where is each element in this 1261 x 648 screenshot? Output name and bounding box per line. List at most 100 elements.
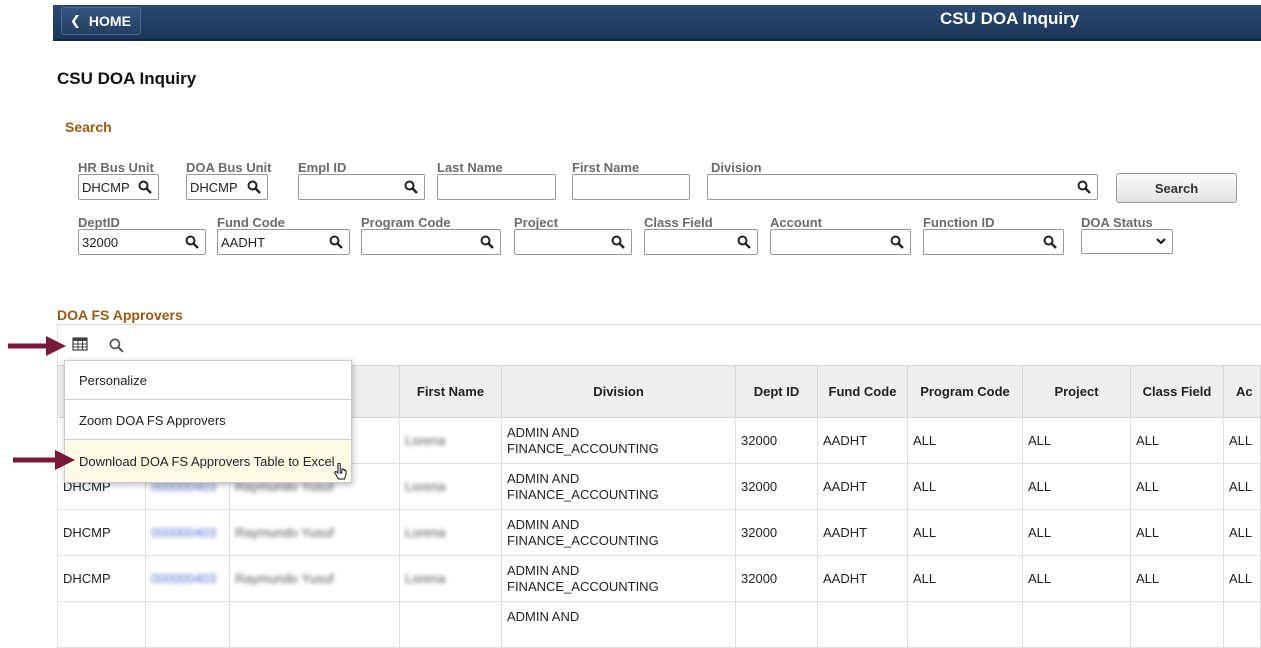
search-icon[interactable] (109, 338, 124, 353)
project-input[interactable] (514, 229, 632, 255)
arrow-icon (8, 336, 66, 356)
cell-empl-id (145, 601, 230, 648)
project-label: Project (514, 215, 559, 230)
search-icon[interactable] (185, 235, 199, 249)
column-header-program-code[interactable]: Program Code (907, 365, 1023, 418)
cell-dept-id: 32000 (735, 509, 818, 556)
app-title: CSU DOA Inquiry (940, 9, 1080, 28)
cell-program-code (907, 601, 1023, 648)
cell-project: ALL (1022, 417, 1131, 464)
empl-id-input[interactable] (298, 174, 425, 200)
search-button[interactable]: Search (1116, 173, 1237, 203)
cell-name: Raymundo Yusuf (229, 555, 400, 602)
cell-class-field: ALL (1130, 463, 1224, 510)
top-banner: ❮ HOME CSU DOA Inquiry (53, 5, 1261, 41)
chevron-down-icon (1156, 238, 1166, 245)
cell-account: ALL (1223, 417, 1261, 464)
empl-id-label: Empl ID (298, 160, 347, 175)
cell-division: ADMIN AND FINANCE_ACCOUNTING (501, 463, 736, 510)
grid-action-menu: Personalize Zoom DOA FS Approvers Downlo… (64, 360, 352, 483)
program-code-input[interactable] (361, 229, 501, 255)
cell-program-code: ALL (907, 555, 1023, 602)
home-label: HOME (88, 13, 131, 29)
cell-account: ALL (1223, 463, 1261, 510)
column-header-division[interactable]: Division (501, 365, 736, 418)
cell-fund-code: AADHT (817, 463, 908, 510)
search-icon[interactable] (480, 235, 494, 249)
search-section-heading: Search (65, 119, 112, 135)
last-name-input[interactable] (437, 174, 556, 200)
search-icon[interactable] (247, 180, 261, 194)
fund-code-value: AADHT (221, 235, 266, 250)
division-input[interactable] (707, 174, 1098, 200)
doa-status-select[interactable] (1081, 229, 1173, 254)
cell-dept-id: 32000 (735, 463, 818, 510)
dept-id-input[interactable]: 32000 (78, 229, 206, 255)
page-title: CSU DOA Inquiry (57, 69, 197, 88)
cell-fund-code: AADHT (817, 417, 908, 464)
cell-class-field: ALL (1130, 555, 1224, 602)
cell-division: ADMIN AND FINANCE_ACCOUNTING (501, 509, 736, 556)
doa-status-label: DOA Status (1081, 215, 1153, 230)
hr-bus-unit-input[interactable]: DHCMP (78, 174, 159, 200)
table-row: DHCMP 000000403 Raymundo Yusuf Lorena AD… (57, 555, 1261, 602)
search-icon[interactable] (1043, 235, 1057, 249)
cell-dept-id: 32000 (735, 555, 818, 602)
cell-first-name: Lorena (399, 417, 502, 464)
cell-class-field: ALL (1130, 509, 1224, 556)
cell-fund-code: AADHT (817, 509, 908, 556)
fund-code-input[interactable]: AADHT (217, 229, 350, 255)
cell-project: ALL (1022, 509, 1131, 556)
class-field-input[interactable] (644, 229, 758, 255)
search-icon[interactable] (1077, 180, 1091, 194)
home-button[interactable]: ❮ HOME (61, 7, 141, 35)
search-icon[interactable] (611, 235, 625, 249)
search-icon[interactable] (737, 235, 751, 249)
column-header-account[interactable]: Ac (1223, 365, 1261, 418)
function-id-label: Function ID (923, 215, 995, 230)
account-input[interactable] (770, 229, 911, 255)
table-row: DHCMP 000000403 Raymundo Yusuf Lorena AD… (57, 509, 1261, 556)
hand-cursor-icon (334, 463, 347, 480)
divider (57, 324, 1261, 325)
menu-item-zoom[interactable]: Zoom DOA FS Approvers (65, 401, 351, 440)
search-icon[interactable] (138, 180, 152, 194)
cell-empl-id[interactable]: 000000403 (145, 555, 230, 602)
cell-project: ALL (1022, 555, 1131, 602)
column-header-fund-code[interactable]: Fund Code (817, 365, 908, 418)
cell-first-name (399, 601, 502, 648)
cell-account: ALL (1223, 555, 1261, 602)
search-icon[interactable] (329, 235, 343, 249)
cell-name (229, 601, 400, 648)
class-field-label: Class Field (644, 215, 713, 230)
cell-class-field (1130, 601, 1224, 648)
table-row: ADMIN AND (57, 601, 1261, 648)
account-label: Account (770, 215, 822, 230)
cell-account: ALL (1223, 509, 1261, 556)
search-icon[interactable] (404, 180, 418, 194)
cell-project: ALL (1022, 463, 1131, 510)
doa-bus-unit-input[interactable]: DHCMP (186, 174, 268, 200)
first-name-input[interactable] (572, 174, 690, 200)
grid-settings-icon[interactable] (72, 337, 88, 351)
menu-item-personalize[interactable]: Personalize (65, 361, 351, 400)
cell-division: ADMIN AND (501, 601, 736, 648)
cell-division: ADMIN AND FINANCE_ACCOUNTING (501, 417, 736, 464)
column-header-project[interactable]: Project (1022, 365, 1131, 418)
column-header-first-name[interactable]: First Name (399, 365, 502, 418)
column-header-dept-id[interactable]: Dept ID (735, 365, 818, 418)
column-header-class-field[interactable]: Class Field (1130, 365, 1224, 418)
function-id-input[interactable] (923, 229, 1064, 255)
cell-empl-id[interactable]: 000000403 (145, 509, 230, 556)
first-name-label: First Name (572, 160, 640, 175)
hr-bus-unit-value: DHCMP (82, 180, 130, 195)
search-icon[interactable] (890, 235, 904, 249)
cell-bus-unit: DHCMP (57, 509, 146, 556)
cell-fund-code (817, 601, 908, 648)
doa-bus-unit-label: DOA Bus Unit (186, 160, 272, 175)
cell-program-code: ALL (907, 417, 1023, 464)
cell-class-field: ALL (1130, 417, 1224, 464)
menu-item-download-excel[interactable]: Download DOA FS Approvers Table to Excel (65, 441, 351, 482)
fund-code-label: Fund Code (217, 215, 285, 230)
cell-account (1223, 601, 1261, 648)
